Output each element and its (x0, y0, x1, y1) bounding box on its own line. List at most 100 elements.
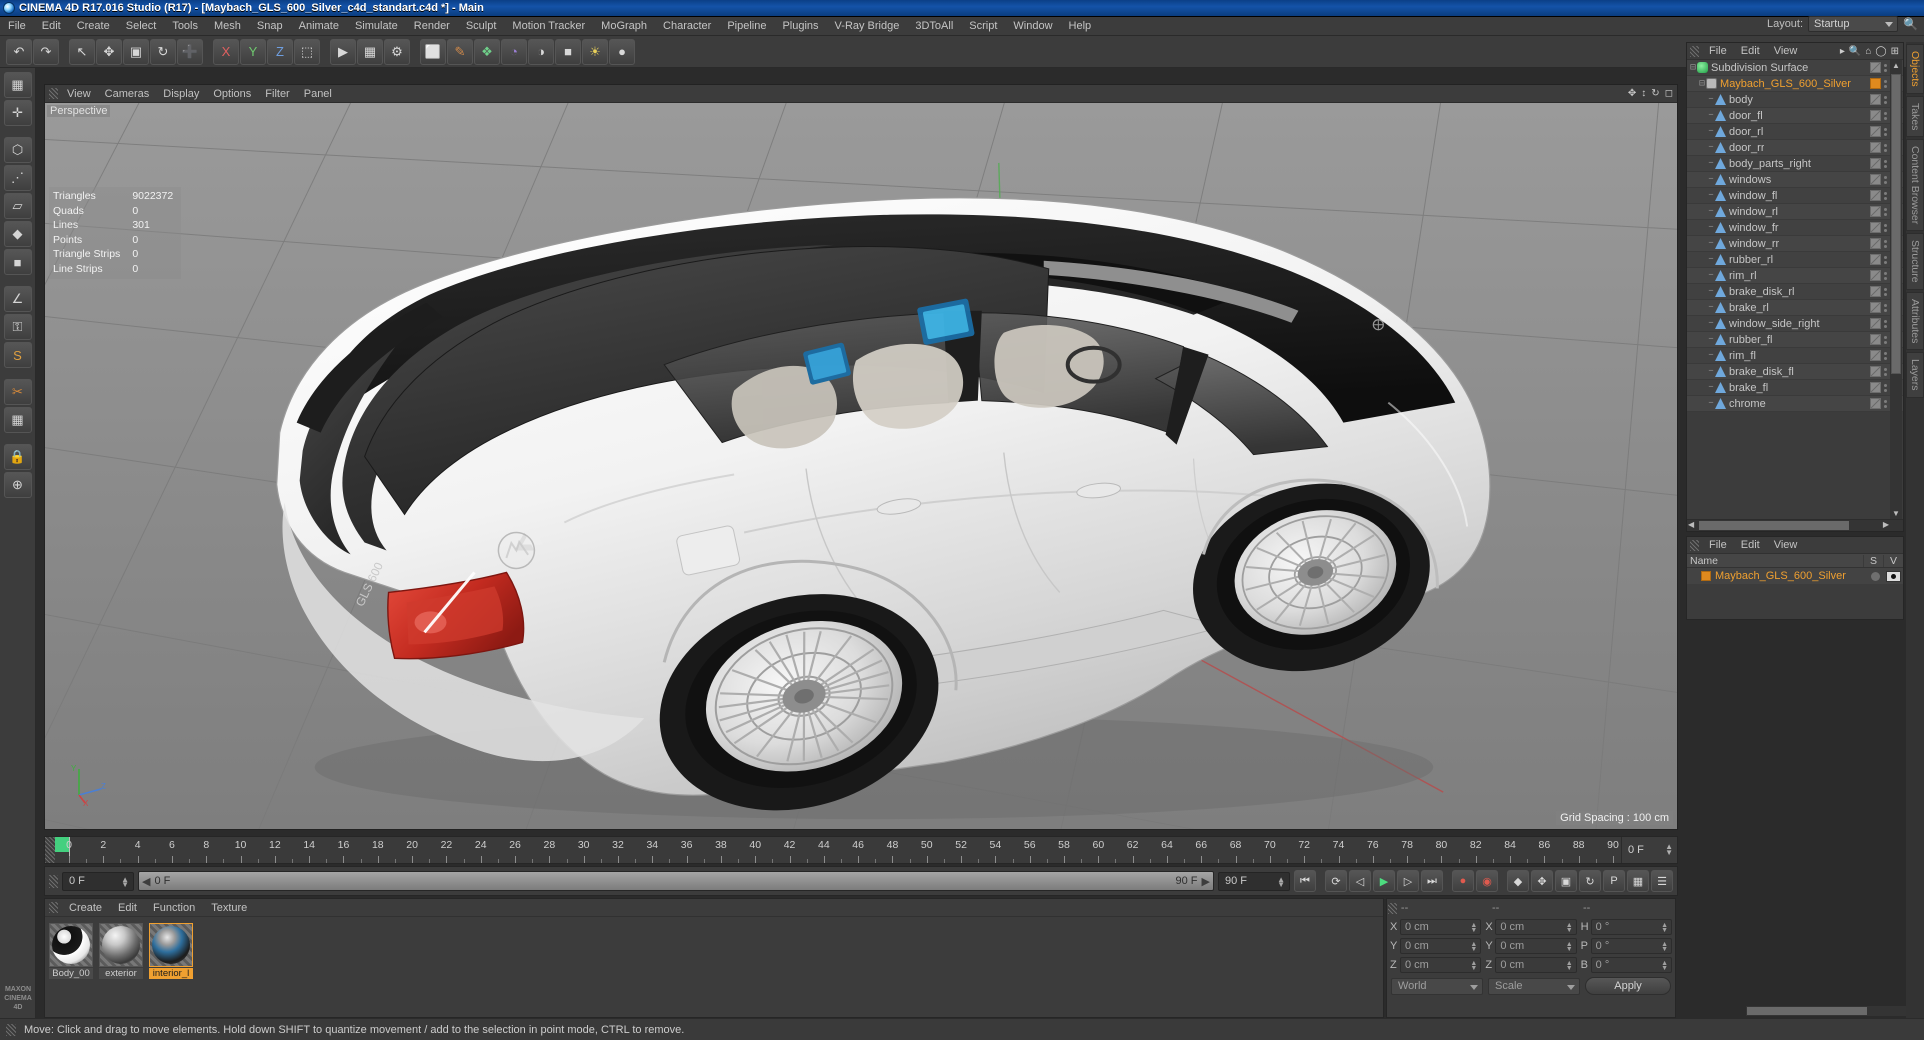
scroll-down-icon[interactable]: ▼ (1892, 509, 1900, 518)
edge-mode-button[interactable]: ▱ (3, 193, 32, 219)
tree-expander-icon[interactable]: – (1708, 110, 1714, 121)
object-tag-icon[interactable] (1870, 174, 1881, 185)
object-row[interactable]: – window_rl (1687, 204, 1903, 220)
object-row[interactable]: – body_parts_right (1687, 156, 1903, 172)
material-menu-create[interactable]: Create (61, 899, 110, 917)
coord-input[interactable]: 0 ° ▲ ▼ (1590, 956, 1672, 973)
snap-enable-button[interactable]: S (3, 342, 32, 368)
material-item[interactable]: interior_l (149, 923, 193, 979)
coord-field-position-z[interactable]: Z 0 cm ▲ ▼ (1390, 956, 1482, 973)
dock-tab-objects[interactable]: Objects (1906, 44, 1924, 94)
coord-input[interactable]: 0 cm ▲ ▼ (1495, 937, 1577, 954)
panel-grip-icon[interactable] (1388, 902, 1397, 914)
tree-expander-icon[interactable]: – (1708, 94, 1714, 105)
stepper-icon[interactable]: ▲ ▼ (1277, 875, 1285, 889)
maximize-icon[interactable]: ◻ (1665, 88, 1673, 99)
object-row[interactable]: – door_rl (1687, 124, 1903, 140)
object-tag-icon[interactable] (1870, 62, 1881, 73)
menu-item-snap[interactable]: Snap (249, 17, 291, 36)
coord-input[interactable]: 0 cm ▲ ▼ (1495, 918, 1577, 935)
scale-key-button[interactable]: ▣ (1555, 870, 1577, 892)
tree-expander-icon[interactable]: – (1708, 142, 1714, 153)
object-tag-icon[interactable] (1870, 222, 1881, 233)
object-mode-button[interactable]: ⬡ (3, 137, 32, 163)
bottom-horizontal-scrollbar[interactable] (1746, 1006, 1906, 1016)
rotate-icon[interactable]: ↻ (1651, 88, 1659, 99)
more-chevron-icon[interactable]: ▸ (1840, 46, 1845, 57)
knife-tool-button[interactable]: ✂ (3, 379, 32, 405)
visibility-dots-icon[interactable] (1884, 191, 1887, 200)
object-tags[interactable] (1870, 382, 1887, 393)
coord-field-rotation-b[interactable]: B 0 ° ▲ ▼ (1581, 956, 1672, 973)
visibility-dots-icon[interactable] (1884, 175, 1887, 184)
visibility-dots-icon[interactable] (1884, 255, 1887, 264)
stepper-icon[interactable]: ▲ ▼ (1661, 922, 1668, 934)
pla-key-button[interactable]: ▦ (1627, 870, 1649, 892)
render-region-button[interactable]: ▦ (357, 38, 383, 65)
texture-axis-mode-button[interactable]: ▦ (3, 72, 32, 98)
layer-menu-view[interactable]: View (1767, 537, 1805, 554)
goto-end-button[interactable]: ⏭ (1421, 870, 1443, 892)
live-selection-button[interactable]: ↖ (69, 38, 95, 65)
dock-tab-layers[interactable]: Layers (1906, 352, 1924, 398)
object-tags[interactable] (1870, 270, 1887, 281)
object-tags[interactable] (1870, 110, 1887, 121)
object-row[interactable]: – brake_disk_fl (1687, 364, 1903, 380)
axis-lock-button[interactable]: ⊕ (3, 472, 32, 498)
deformers-button[interactable]: ◔ (501, 38, 527, 65)
object-tag-icon[interactable] (1870, 382, 1881, 393)
scale-tool-button[interactable]: ▣ (123, 38, 149, 65)
object-tag-icon[interactable] (1870, 270, 1881, 281)
light-button[interactable]: ☀ (582, 38, 608, 65)
tree-expander-icon[interactable]: – (1708, 254, 1714, 265)
search-icon[interactable]: 🔍 (1903, 17, 1918, 31)
stepper-icon[interactable]: ▲ ▼ (1661, 941, 1668, 953)
object-tags[interactable] (1870, 254, 1887, 265)
panel-grip-icon[interactable] (1690, 539, 1699, 551)
car-3d-model[interactable]: GLS 600 (45, 103, 1677, 829)
object-axis-mode-button[interactable]: ✛ (3, 100, 32, 126)
record-active-objects-button[interactable]: ● (1452, 870, 1474, 892)
viewport-menu-view[interactable]: View (60, 85, 98, 103)
object-tag-icon[interactable] (1870, 398, 1881, 409)
visibility-dots-icon[interactable] (1884, 111, 1887, 120)
stepper-icon[interactable]: ▲ ▼ (1661, 960, 1668, 972)
scrollbar-thumb[interactable] (1891, 74, 1901, 374)
object-tag-icon[interactable] (1870, 366, 1881, 377)
object-tags[interactable] (1870, 142, 1887, 153)
object-tree-hscrollbar[interactable]: ◀ ▶ (1687, 519, 1903, 531)
tree-expander-icon[interactable]: – (1708, 350, 1714, 361)
object-tag-icon[interactable] (1870, 254, 1881, 265)
coord-field-size-y[interactable]: Y 0 cm ▲ ▼ (1485, 937, 1577, 954)
dock-tab-takes[interactable]: Takes (1906, 95, 1924, 138)
panel-grip-icon[interactable] (6, 1023, 16, 1036)
visibility-dots-icon[interactable] (1884, 303, 1887, 312)
material-menu-edit[interactable]: Edit (110, 899, 145, 917)
world-object-coord-button[interactable]: ⬚ (294, 38, 320, 65)
lock-button[interactable]: 🔒 (3, 444, 32, 470)
tree-expander-icon[interactable]: – (1708, 286, 1714, 297)
visibility-dots-icon[interactable] (1884, 159, 1887, 168)
object-tags[interactable] (1870, 398, 1887, 409)
menu-item-character[interactable]: Character (655, 17, 719, 36)
object-tag-icon[interactable] (1870, 286, 1881, 297)
coord-mode-dropdown[interactable]: Scale (1488, 977, 1580, 995)
object-row[interactable]: – window_side_right (1687, 316, 1903, 332)
viewport-menu-display[interactable]: Display (156, 85, 206, 103)
visibility-dots-icon[interactable] (1884, 335, 1887, 344)
material-item[interactable]: Body_00 (49, 923, 93, 979)
object-tree-scrollbar[interactable]: ▲ ▼ (1890, 60, 1902, 519)
object-row[interactable]: – rubber_fl (1687, 332, 1903, 348)
object-row[interactable]: – brake_disk_rl (1687, 284, 1903, 300)
loop-button[interactable]: ⟳ (1325, 870, 1347, 892)
tree-expander-icon[interactable]: – (1708, 366, 1714, 377)
visibility-dots-icon[interactable] (1884, 63, 1887, 72)
hscrollbar-thumb[interactable] (1699, 521, 1849, 530)
camera-button[interactable]: ■ (555, 38, 581, 65)
object-tag-icon[interactable] (1870, 318, 1881, 329)
menu-item-animate[interactable]: Animate (291, 17, 347, 36)
object-row[interactable]: – window_fr (1687, 220, 1903, 236)
object-tags[interactable] (1870, 206, 1887, 217)
timeline-frame-field[interactable]: 0 F ▲ ▼ (1621, 837, 1677, 863)
right-dock-tabs[interactable]: Objects Takes Content Browser Structure Attr… (1906, 42, 1924, 1018)
